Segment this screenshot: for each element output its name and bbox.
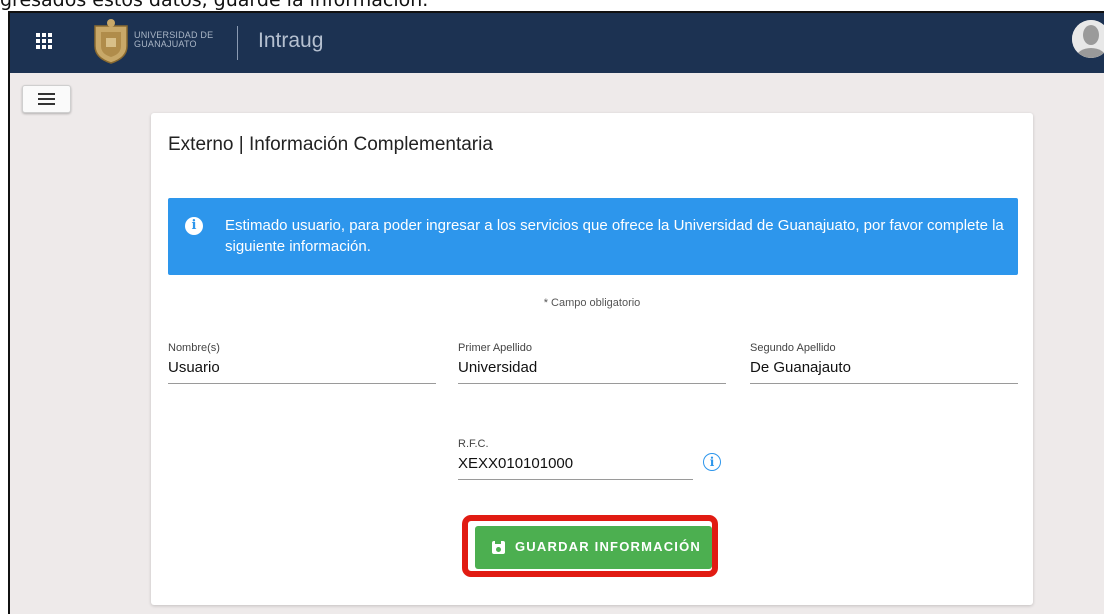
info-circle-icon: i [185, 217, 203, 235]
save-button-label: GUARDAR INFORMACIÓN [515, 539, 702, 554]
info-icon[interactable]: i [703, 453, 721, 471]
primer-apellido-underline [458, 383, 726, 384]
nombre-field[interactable]: Nombre(s) Usuario [168, 342, 436, 384]
save-button[interactable]: GUARDAR INFORMACIÓN [475, 526, 712, 569]
rfc-label: R.F.C. [458, 438, 489, 450]
primer-apellido-label: Primer Apellido [458, 342, 532, 354]
segundo-apellido-field[interactable]: Segundo Apellido De Guanajauto [750, 342, 1018, 384]
nombre-input[interactable]: Usuario [168, 359, 436, 376]
nombre-underline [168, 383, 436, 384]
apps-grid-icon[interactable] [36, 33, 52, 49]
page-title: Externo | Información Complementaria [168, 134, 493, 155]
hamburger-menu-icon[interactable] [22, 85, 71, 113]
rfc-underline [458, 479, 693, 480]
university-name: UNIVERSIDAD DE GUANAJUATO [134, 30, 214, 49]
caption-text: gresados estos datos, guarde la informac… [0, 0, 1104, 10]
save-disk-icon [492, 541, 505, 554]
top-bar: UNIVERSIDAD DE GUANAJUATO Intraug [10, 13, 1104, 73]
segundo-apellido-input[interactable]: De Guanajauto [750, 359, 1018, 376]
primer-apellido-field[interactable]: Primer Apellido Universidad [458, 342, 726, 384]
university-logo-icon [94, 19, 128, 64]
avatar-icon[interactable] [1072, 20, 1104, 58]
required-note: * Campo obligatorio [543, 297, 641, 309]
rfc-input[interactable]: XEXX010101000 [458, 455, 693, 472]
app-title: Intraug [258, 29, 324, 52]
segundo-apellido-label: Segundo Apellido [750, 342, 836, 354]
browser-viewport: UNIVERSIDAD DE GUANAJUATO Intraug Extern… [8, 11, 1104, 614]
info-alert: i Estimado usuario, para poder ingresar … [168, 198, 1018, 275]
alert-text: Estimado usuario, para poder ingresar a … [225, 217, 1004, 255]
segundo-apellido-underline [750, 383, 1018, 384]
form-card: Externo | Información Complementaria i E… [151, 113, 1033, 605]
header-divider [237, 26, 238, 60]
nombre-label: Nombre(s) [168, 342, 220, 354]
rfc-field[interactable]: R.F.C. XEXX010101000 [458, 438, 693, 480]
primer-apellido-input[interactable]: Universidad [458, 359, 726, 376]
